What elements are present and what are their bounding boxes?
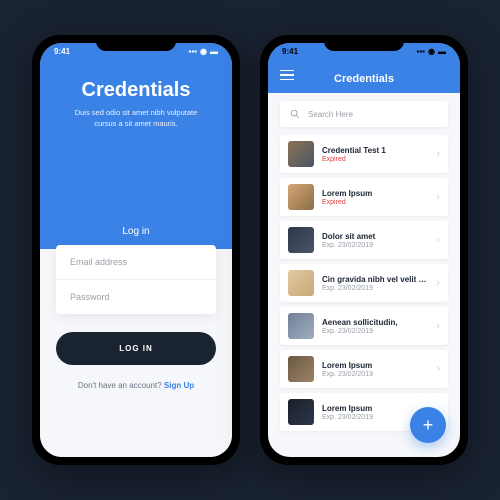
status-time: 9:41 [282,47,298,56]
list-item[interactable]: Dolor sit amet Exp. 23/02/2019 › [280,221,448,259]
login-body: Email address Password LOG IN Don't have… [40,249,232,457]
signup-row: Don't have an account? Sign Up [40,381,232,390]
phone-login: 9:41 ▪▪▪ ◉ ▬ Credentials Duis sed odio s… [32,35,240,465]
signup-prompt: Don't have an account? [78,381,164,390]
search-placeholder: Search Here [308,110,353,119]
signup-link[interactable]: Sign Up [164,381,194,390]
app-title: Credentials [58,79,214,102]
item-title: Lorem Ipsum [322,361,428,370]
list-item[interactable]: Lorem Ipsum Exp. 23/02/2019 › [280,350,448,388]
item-status: Expired [322,199,428,206]
item-status: Exp. 23/02/2019 [322,242,428,249]
password-field[interactable]: Password [56,280,216,314]
chevron-right-icon: › [436,277,440,289]
login-header: Credentials Duis sed odio sit amet nibh … [40,43,232,249]
menu-icon[interactable] [280,70,294,84]
signal-icon: ▪▪▪ [189,47,198,56]
item-status: Expired [322,156,428,163]
list-item[interactable]: Aenean sollicitudin, Exp. 23/02/2019 › [280,307,448,345]
list-item[interactable]: Lorem Ipsum Expired › [280,178,448,216]
item-text: Lorem Ipsum Expired [322,189,428,206]
item-title: Lorem Ipsum [322,189,428,198]
item-text: Credential Test 1 Expired [322,146,428,163]
item-thumbnail [288,399,314,425]
signal-icon: ▪▪▪ [417,47,426,56]
item-text: Aenean sollicitudin, Exp. 23/02/2019 [322,318,428,335]
login-button[interactable]: LOG IN [56,332,216,365]
battery-icon: ▬ [210,47,218,56]
app-subtitle: Duis sed odio sit amet nibh vulputate cu… [58,108,214,129]
item-status: Exp. 23/02/2019 [322,328,428,335]
chevron-right-icon: › [436,363,440,375]
notch [324,35,404,51]
item-text: Dolor sit amet Exp. 23/02/2019 [322,232,428,249]
status-icons: ▪▪▪ ◉ ▬ [189,47,219,56]
list-item[interactable]: Cin gravida nibh vel velit auctor Exp. 2… [280,264,448,302]
item-thumbnail [288,270,314,296]
chevron-right-icon: › [436,234,440,246]
email-field[interactable]: Email address [56,245,216,280]
page-title: Credentials [282,73,446,85]
item-title: Dolor sit amet [322,232,428,241]
add-button[interactable]: + [410,407,446,443]
wifi-icon: ◉ [428,47,435,56]
battery-icon: ▬ [438,47,446,56]
item-title: Lorem Ipsum [322,404,428,413]
item-text: Cin gravida nibh vel velit auctor Exp. 2… [322,275,428,292]
item-thumbnail [288,184,314,210]
status-time: 9:41 [54,47,70,56]
wifi-icon: ◉ [200,47,207,56]
chevron-right-icon: › [436,320,440,332]
item-text: Lorem Ipsum Exp. 23/02/2019 [322,361,428,378]
list-screen: 9:41 ▪▪▪ ◉ ▬ Credentials Search Here Cre… [268,43,460,457]
chevron-right-icon: › [436,148,440,160]
item-title: Cin gravida nibh vel velit auctor [322,275,428,284]
search-icon [290,109,300,119]
item-thumbnail [288,227,314,253]
item-status: Exp. 23/02/2019 [322,285,428,292]
phone-list: 9:41 ▪▪▪ ◉ ▬ Credentials Search Here Cre… [260,35,468,465]
search-input[interactable]: Search Here [280,101,448,127]
login-screen: 9:41 ▪▪▪ ◉ ▬ Credentials Duis sed odio s… [40,43,232,457]
item-thumbnail [288,356,314,382]
chevron-right-icon: › [436,191,440,203]
list-item[interactable]: Credential Test 1 Expired › [280,135,448,173]
login-card: Email address Password [56,245,216,314]
item-thumbnail [288,141,314,167]
item-title: Aenean sollicitudin, [322,318,428,327]
item-title: Credential Test 1 [322,146,428,155]
item-thumbnail [288,313,314,339]
notch [96,35,176,51]
item-status: Exp. 23/02/2019 [322,371,428,378]
status-icons: ▪▪▪ ◉ ▬ [417,47,447,56]
